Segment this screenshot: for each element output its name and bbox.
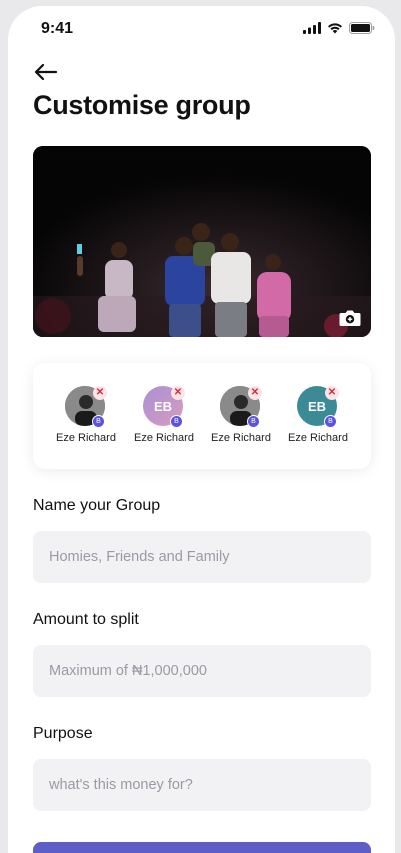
member-name: Eze Richard [288, 432, 348, 444]
status-time: 9:41 [41, 20, 74, 37]
battery-icon [349, 22, 375, 34]
member-item: ✕ B Eze Richard [206, 386, 276, 456]
badge-icon: B [92, 415, 105, 428]
badge-icon: B [170, 415, 183, 428]
status-icons [303, 22, 375, 34]
purpose-label: Purpose [33, 725, 93, 742]
badge-icon: B [247, 415, 260, 428]
camera-icon[interactable] [339, 309, 361, 327]
status-bar: 9:41 [8, 6, 395, 50]
submit-button[interactable] [33, 842, 371, 853]
group-name-input[interactable] [33, 531, 371, 583]
remove-icon[interactable]: ✕ [93, 386, 107, 400]
member-item: EB ✕ B Eze Richard [283, 386, 353, 456]
group-cover-image[interactable] [33, 146, 371, 337]
page-title: Customise group [33, 90, 251, 120]
remove-icon[interactable]: ✕ [171, 386, 185, 400]
remove-icon[interactable]: ✕ [248, 386, 262, 400]
member-name: Eze Richard [211, 432, 271, 444]
badge-icon: B [324, 415, 337, 428]
avatar-initials: EB [307, 398, 327, 414]
signal-icon [303, 22, 321, 34]
remove-icon[interactable]: ✕ [325, 386, 339, 400]
wifi-icon [328, 23, 342, 34]
member-item: EB ✕ B Eze Richard [129, 386, 199, 456]
member-item: ✕ B Eze Richard [51, 386, 121, 456]
group-name-label: Name your Group [33, 497, 161, 514]
avatar-initials: EB [153, 398, 173, 414]
phone-screen: 9:41 Customise group ✕ B Eze Richard EB … [8, 6, 395, 853]
back-arrow-icon[interactable] [32, 62, 58, 82]
amount-label: Amount to split [33, 611, 139, 628]
member-name: Eze Richard [134, 432, 194, 444]
purpose-input[interactable] [33, 759, 371, 811]
amount-input[interactable] [33, 645, 371, 697]
group-photo [33, 146, 371, 337]
member-name: Eze Richard [56, 432, 116, 444]
members-card: ✕ B Eze Richard EB ✕ B Eze Richard ✕ B E… [33, 363, 371, 469]
